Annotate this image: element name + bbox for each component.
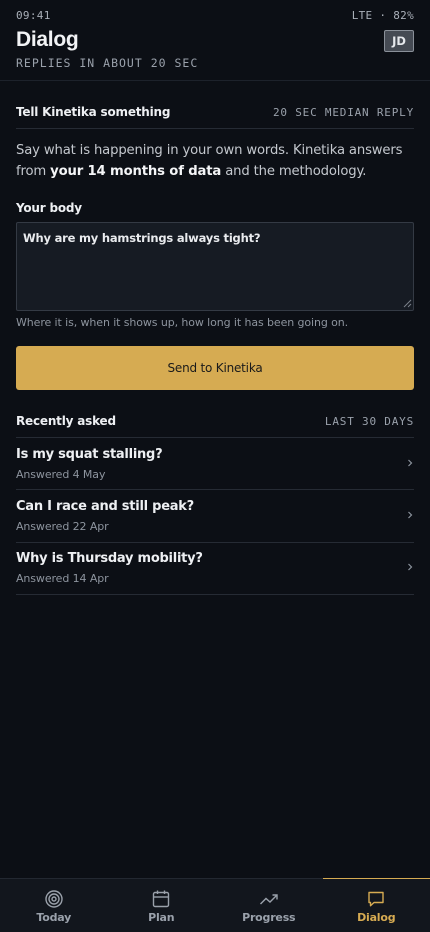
recent-item-date: Answered 14 Apr xyxy=(16,572,109,585)
intro-text: Say what is happening in your own words.… xyxy=(16,140,414,182)
divider xyxy=(16,128,414,129)
status-time: 09:41 xyxy=(16,8,51,22)
recent-item-title: Is my squat stalling? xyxy=(16,447,163,462)
body-field-helper: Where it is, when it shows up, how long … xyxy=(16,316,349,329)
body-textarea[interactable]: Why are my hamstrings always tight? xyxy=(16,222,414,311)
nav-item-dialog[interactable]: Dialog xyxy=(322,878,430,932)
recent-item-date: Answered 22 Apr xyxy=(16,520,109,533)
header-divider xyxy=(0,80,430,81)
page-title: Dialog xyxy=(16,28,79,51)
intro-text-bold: your 14 months of data xyxy=(50,164,222,179)
recent-meta: LAST 30 DAYS xyxy=(324,414,414,428)
compose-section-header: Tell Kinetika something 20 SEC MEDIAN RE… xyxy=(16,105,414,119)
chevron-right-icon xyxy=(408,459,413,467)
divider xyxy=(16,594,414,595)
nav-label: Today xyxy=(36,911,72,924)
nav-label: Plan xyxy=(148,911,175,924)
avatar[interactable]: JD xyxy=(384,30,414,52)
body-field-label: Your body xyxy=(16,201,82,215)
send-button[interactable]: Send to Kinetika xyxy=(16,346,414,390)
recent-item-title: Can I race and still peak? xyxy=(16,499,194,514)
recent-item[interactable]: Is my squat stalling? Answered 4 May xyxy=(16,438,414,490)
chevron-right-icon xyxy=(408,511,413,519)
nav-item-today[interactable]: Today xyxy=(0,879,108,932)
nav-label: Dialog xyxy=(357,911,396,924)
page-subtitle: REPLIES IN ABOUT 20 SEC xyxy=(16,56,199,70)
recent-item[interactable]: Can I race and still peak? Answered 22 A… xyxy=(16,490,414,542)
resize-grip-icon[interactable] xyxy=(402,298,412,308)
status-network: LTE · 82% xyxy=(351,8,414,22)
recent-label: Recently asked xyxy=(16,414,116,428)
recent-section-header: Recently asked LAST 30 DAYS xyxy=(16,414,414,428)
status-bar: 09:41 LTE · 82% xyxy=(16,7,414,23)
compose-label: Tell Kinetika something xyxy=(16,105,171,119)
nav-item-progress[interactable]: Progress xyxy=(215,879,323,932)
trend-icon xyxy=(259,894,278,905)
calendar-icon xyxy=(153,890,170,908)
recent-item-date: Answered 4 May xyxy=(16,468,106,481)
compose-meta: 20 SEC MEDIAN REPLY xyxy=(272,105,414,119)
chat-icon xyxy=(368,891,384,907)
recent-item[interactable]: Why is Thursday mobility? Answered 14 Ap… xyxy=(16,542,414,594)
page-header: Dialog REPLIES IN ABOUT 20 SEC JD xyxy=(16,27,414,71)
chevron-right-icon xyxy=(408,563,413,571)
bottom-nav: Today Plan Progress Dialog xyxy=(0,878,430,932)
nav-label: Progress xyxy=(242,911,296,924)
intro-text-end: and the methodology. xyxy=(221,164,367,179)
target-icon xyxy=(45,890,63,908)
nav-item-plan[interactable]: Plan xyxy=(108,879,216,932)
recent-item-title: Why is Thursday mobility? xyxy=(16,551,203,566)
